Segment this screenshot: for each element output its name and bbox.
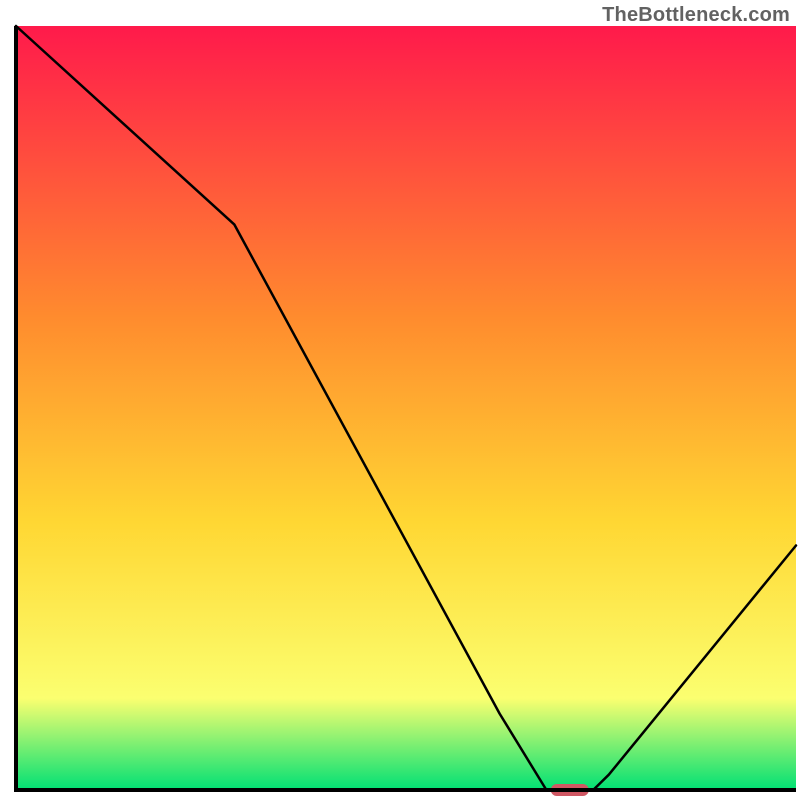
watermark-text: TheBottleneck.com [602, 4, 790, 27]
chart-container: TheBottleneck.com [0, 0, 800, 800]
bottleneck-chart [0, 0, 800, 800]
plot-background [16, 26, 796, 790]
